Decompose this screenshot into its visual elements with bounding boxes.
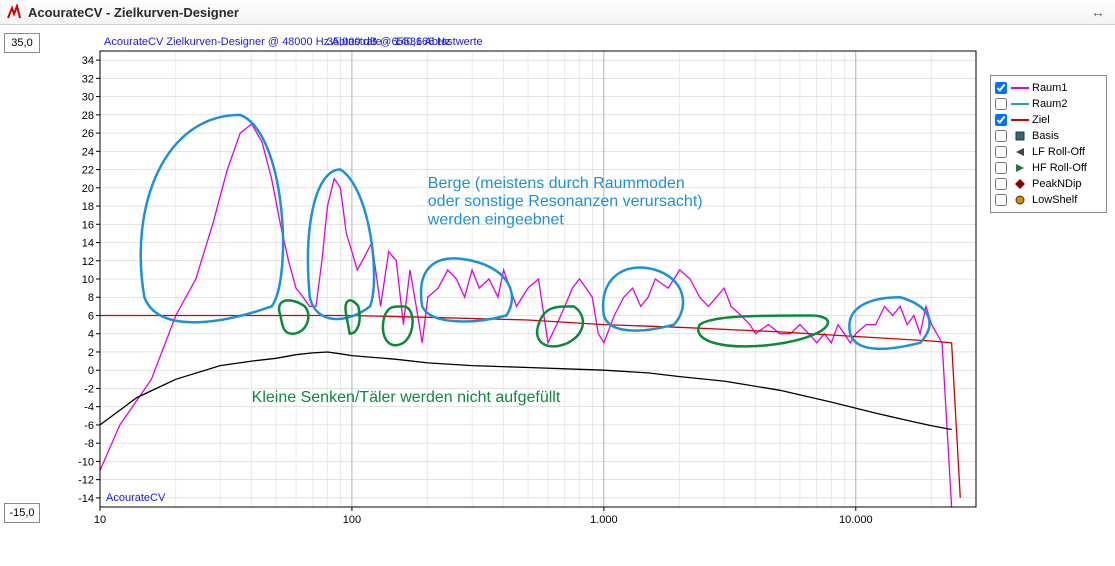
legend-checkbox-raum1[interactable] [995,82,1007,94]
svg-text:14: 14 [82,238,94,250]
svg-text:22: 22 [82,165,94,177]
legend-item-peakndip: PeakNDip [995,176,1102,192]
legend-checkbox-peakndip[interactable] [995,178,1007,190]
legend-label-lowshelf: LowShelf [1032,194,1077,206]
svg-text:-14: -14 [78,493,94,505]
chart-watermark: AcourateCV [106,492,166,504]
svg-text:32: 32 [82,73,94,85]
legend-item-lfroll: LF Roll-Off [995,144,1102,160]
legend-swatch-raum1 [1011,87,1029,89]
svg-text:10.000: 10.000 [839,514,873,526]
annotation-peaks-l3: werden eingeebnet [427,211,565,228]
annotation-dips: Kleine Senken/Täler werden nicht aufgefü… [252,389,561,406]
legend-checkbox-basis[interactable] [995,130,1007,142]
legend-checkbox-lfroll[interactable] [995,146,1007,158]
svg-text:-4: -4 [84,402,94,414]
svg-text:16: 16 [82,219,94,231]
svg-text:2: 2 [88,347,94,359]
frequency-response-chart[interactable]: -14-12-10-8-6-4-202468101214161820222426… [42,33,982,531]
svg-text:8: 8 [88,292,94,304]
legend-swatch-lfroll [1011,147,1029,157]
cursor-readout: 35,000 dB @ 140,166 Hz [327,36,451,48]
legend-panel: Raum1 Raum2 Ziel Basis LF Roll-Off HF Roll-Of… [990,75,1107,213]
svg-text:18: 18 [82,201,94,213]
legend-item-lowshelf: LowShelf [995,192,1102,208]
legend-checkbox-ziel[interactable] [995,114,1007,126]
legend-label-raum2: Raum2 [1032,98,1067,110]
svg-text:26: 26 [82,128,94,140]
svg-text:-10: -10 [78,456,94,468]
legend-swatch-peakndip [1011,179,1029,189]
legend-label-lfroll: LF Roll-Off [1032,146,1085,158]
annotation-peaks-l1: Berge (meistens durch Raummoden [428,175,685,192]
legend-label-peakndip: PeakNDip [1032,178,1082,190]
svg-text:4: 4 [88,329,94,341]
ymin-input[interactable]: -15,0 [4,503,40,523]
svg-text:100: 100 [343,514,361,526]
legend-label-basis: Basis [1032,130,1059,142]
window-title: AcourateCV - Zielkurven-Designer [28,5,239,20]
legend-checkbox-lowshelf[interactable] [995,194,1007,206]
chart-area: -14-12-10-8-6-4-202468101214161820222426… [42,33,982,523]
legend-label-hfroll: HF Roll-Off [1032,162,1087,174]
legend-swatch-hfroll [1011,163,1029,173]
svg-text:-6: -6 [84,420,94,432]
svg-text:20: 20 [82,183,94,195]
title-bar: AcourateCV - Zielkurven-Designer ↔ [0,0,1115,25]
svg-text:12: 12 [82,256,94,268]
svg-text:-2: -2 [84,383,94,395]
svg-text:0: 0 [88,365,94,377]
workspace: 35,0 -15,0 -14-12-10-8-6-4-2024681012141… [0,25,1115,559]
legend-item-raum1: Raum1 [995,80,1102,96]
svg-text:30: 30 [82,92,94,104]
svg-text:-8: -8 [84,438,94,450]
svg-text:10: 10 [82,274,94,286]
legend-swatch-basis [1011,131,1029,141]
y-axis-boxes: 35,0 -15,0 [4,33,40,523]
svg-text:10: 10 [94,514,106,526]
svg-text:34: 34 [82,55,94,67]
legend-item-basis: Basis [995,128,1102,144]
legend-item-raum2: Raum2 [995,96,1102,112]
legend-item-ziel: Ziel [995,112,1102,128]
annotation-peaks-l2: oder sonstige Resonanzen verursacht) [428,193,703,210]
legend-checkbox-hfroll[interactable] [995,162,1007,174]
legend-checkbox-raum2[interactable] [995,98,1007,110]
svg-text:-12: -12 [78,475,94,487]
svg-text:24: 24 [82,146,94,158]
svg-text:28: 28 [82,110,94,122]
legend-item-hfroll: HF Roll-Off [995,160,1102,176]
legend-swatch-ziel [1011,119,1029,121]
ymax-input[interactable]: 35,0 [4,33,40,53]
window-control-icon[interactable]: ↔ [1087,4,1109,20]
legend-label-ziel: Ziel [1032,114,1050,126]
legend-swatch-lowshelf [1011,195,1029,205]
legend-swatch-raum2 [1011,103,1029,105]
app-logo-icon [6,4,22,20]
svg-text:1.000: 1.000 [590,514,618,526]
legend-label-raum1: Raum1 [1032,82,1067,94]
svg-text:6: 6 [88,310,94,322]
